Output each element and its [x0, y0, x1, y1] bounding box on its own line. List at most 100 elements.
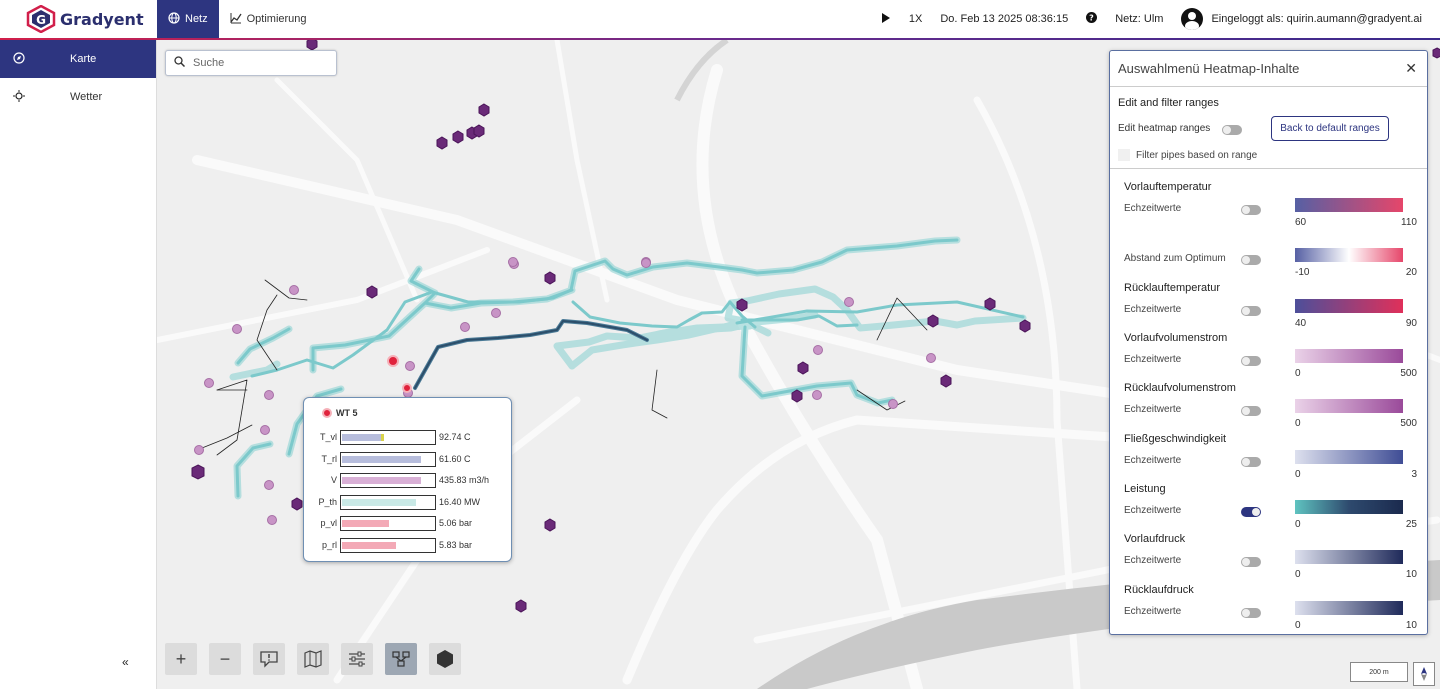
svg-text:?: ?: [1089, 14, 1094, 23]
substations-button[interactable]: [429, 643, 461, 675]
metric-row: Rücklaufvolumenstrom Echzeitwerte 0 500: [1110, 382, 1429, 432]
alert-icon: [260, 651, 278, 668]
tab-optimierung[interactable]: Optimierung: [219, 0, 318, 38]
search-placeholder: Suche: [193, 57, 225, 69]
popup-row-fill: [342, 541, 397, 549]
speed-selector[interactable]: 1X: [909, 13, 922, 25]
brand-name: Gradyent: [60, 9, 144, 29]
help-icon[interactable]: ?: [1086, 12, 1098, 26]
popup-row-label: P_th: [318, 497, 337, 507]
metric-toggle[interactable]: [1241, 406, 1261, 416]
section-title: Edit and filter ranges: [1118, 97, 1219, 109]
metric-gradient: [1295, 601, 1403, 615]
reset-ranges-button[interactable]: Back to default ranges: [1271, 116, 1389, 141]
metric-title: Vorlaufdruck: [1124, 533, 1186, 545]
metric-max: 500: [1400, 368, 1417, 379]
metric-gradient: [1295, 248, 1403, 262]
play-icon[interactable]: [881, 12, 891, 26]
metric-toggle[interactable]: [1241, 557, 1261, 567]
metric-title: Rücklaufvolumenstrom: [1124, 382, 1236, 394]
edit-ranges-toggle[interactable]: [1222, 125, 1242, 135]
popup-row-fill: [342, 433, 384, 441]
popup-row: T_vl 92.74 C: [310, 429, 510, 445]
metric-max: 25: [1405, 519, 1417, 530]
popup-row-bar: [340, 451, 436, 467]
metric-min: 0: [1295, 569, 1301, 580]
search-field[interactable]: Suche: [165, 50, 337, 76]
metric-min: 0: [1295, 469, 1301, 480]
metric-title: Vorlauftemperatur: [1124, 181, 1212, 193]
close-icon[interactable]: ✕: [1405, 60, 1417, 77]
user-avatar-icon[interactable]: [1181, 8, 1204, 30]
metric-gradient: [1295, 349, 1403, 363]
gradyent-logo-icon: G: [26, 5, 56, 33]
popup-row-bar: [340, 537, 436, 553]
map-layers-button[interactable]: [297, 643, 329, 675]
metric-toggle[interactable]: [1241, 356, 1261, 366]
heatmap-panel[interactable]: Auswahlmenü Heatmap-Inhalte ✕ Edit and f…: [1109, 50, 1428, 635]
metric-min: 60: [1295, 217, 1307, 228]
metric-title: Vorlaufvolumenstrom: [1124, 332, 1228, 344]
filter-pipes-checkbox[interactable]: [1118, 149, 1130, 161]
sidebar-item-wetter[interactable]: Wetter: [0, 78, 156, 116]
metric-gradient: [1295, 299, 1403, 313]
metric-min: 40: [1295, 318, 1307, 329]
popup-row-value: 5.83 bar: [439, 540, 473, 550]
station-popup[interactable]: WT 5 T_vl 92.74 C T_rl 61.60 C V 435.83 …: [303, 397, 512, 562]
brand-logo[interactable]: G Gradyent: [0, 0, 157, 38]
compass-icon: [13, 52, 25, 67]
map-controls: + −: [165, 643, 461, 675]
metric-title: Rücklaufdruck: [1124, 584, 1194, 596]
filter-settings-button[interactable]: [341, 643, 373, 675]
metric-label: Echzeitwerte: [1124, 606, 1182, 617]
collapse-sidebar-icon[interactable]: «: [122, 655, 129, 669]
metric-title: Fließgeschwindigkeit: [1124, 433, 1227, 445]
popup-row-fill: [342, 519, 389, 527]
metric-label: Echzeitwerte: [1124, 505, 1182, 516]
metric-toggle[interactable]: [1241, 608, 1261, 618]
metric-toggle[interactable]: [1241, 457, 1261, 467]
metric-label: Abstand zum Optimum: [1124, 253, 1226, 264]
metric-toggle[interactable]: [1241, 255, 1261, 265]
popup-row-value: 5.06 bar: [439, 518, 473, 528]
tab-netz-label: Netz: [185, 13, 208, 25]
tab-netz[interactable]: Netz: [157, 0, 219, 38]
popup-row-marker: [381, 433, 384, 441]
metric-row: Vorlaufvolumenstrom Echzeitwerte 0 500: [1110, 332, 1429, 382]
metric-gradient: [1295, 550, 1403, 564]
metric-title: Leistung: [1124, 483, 1166, 495]
popup-row: T_rl 61.60 C: [310, 451, 510, 467]
sidebar-item-label: Karte: [70, 53, 97, 65]
sliders-icon: [349, 651, 365, 667]
network-name[interactable]: Netz: Ulm: [1115, 13, 1163, 25]
metric-row: Vorlauftemperatur Echzeitwerte 60 110: [1110, 181, 1429, 231]
metric-max: 10: [1405, 620, 1417, 631]
popup-row-fill: [342, 455, 422, 463]
metric-min: 0: [1295, 418, 1301, 429]
zoom-in-button[interactable]: +: [165, 643, 197, 675]
sidebar-item-label: Wetter: [70, 91, 103, 103]
tab-optimierung-label: Optimierung: [246, 13, 307, 25]
metric-min: 0: [1295, 620, 1301, 631]
popup-row-bar: [340, 429, 436, 445]
edit-ranges-label: Edit heatmap ranges: [1118, 123, 1211, 134]
metric-toggle[interactable]: [1241, 306, 1261, 316]
map-canvas[interactable]: Suche WT 5 T_vl 92.74 C T_rl 61.60 C V 4…: [157, 40, 1440, 689]
alerts-button[interactable]: [253, 643, 285, 675]
metric-toggle[interactable]: [1241, 205, 1261, 215]
metric-row: Rücklaufdruck Echzeitwerte 0 10: [1110, 584, 1429, 634]
sidebar-item-karte[interactable]: Karte: [0, 40, 156, 78]
zoom-out-button[interactable]: −: [209, 643, 241, 675]
heatmap-button[interactable]: [385, 643, 417, 675]
north-arrow-icon[interactable]: [1413, 662, 1435, 686]
line-chart-icon: [230, 12, 242, 27]
sun-icon: [13, 90, 25, 105]
popup-row: p_vl 5.06 bar: [310, 515, 510, 531]
metric-toggle[interactable]: [1241, 507, 1261, 517]
metric-label: Echzeitwerte: [1124, 455, 1182, 466]
popup-row-label: V: [330, 475, 337, 485]
popup-row-bar: [340, 515, 436, 531]
filter-pipes-label: Filter pipes based on range: [1136, 149, 1258, 161]
metric-max: 90: [1405, 318, 1417, 329]
metric-min: 0: [1295, 368, 1301, 379]
